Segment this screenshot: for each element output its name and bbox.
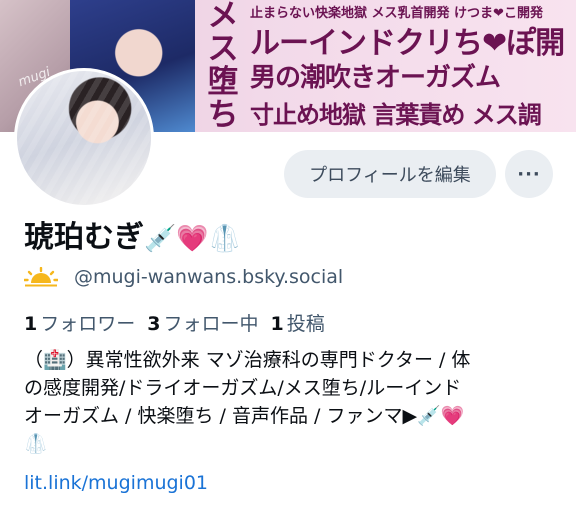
banner-vertical-text: メ ス 堕 ち [200,0,246,132]
followers-link[interactable]: 1 フォロワー [24,313,135,335]
sunrise-icon [24,267,58,287]
handle[interactable]: @mugi-wanwans.bsky.social [74,266,343,288]
profile-bio: （🏥）異常性欲外来 マゾ治療科の専門ドクター / 体 の感度開発/ドライオーガズ… [24,346,554,458]
banner-line-3: 寸止め地獄 言葉責め メス調 [250,101,542,129]
edit-profile-button[interactable]: プロフィールを編集 [284,150,496,198]
heart-emoji-icon: 💗 [176,224,209,254]
banner-line-2: 男の潮吹きオーガズム [250,63,501,93]
more-options-button[interactable]: ··· [505,150,553,198]
syringe-emoji-icon: 💉 [144,224,177,254]
avatar-overlay [17,71,151,205]
followers-count: 1 [24,313,38,335]
followers-label: フォロワー [40,313,136,335]
ellipsis-icon: ··· [517,163,541,185]
following-count: 3 [147,313,161,335]
profile-stats: 1 フォロワー 3 フォロー中 1 投稿 [24,309,325,336]
bio-line: オーガズム / 快楽堕ち / 音声作品 / ファンマ▶💉💗 [24,405,465,427]
bio-line: 🥼 [24,433,48,455]
following-label: フォロー中 [163,313,259,335]
banner-line-1: ルーインドクリち❤ぽ開 [250,26,565,61]
display-name: 琥珀むぎ💉💗🥼 [24,212,241,256]
bio-line: （🏥）異常性欲外来 マゾ治療科の専門ドクター / 体 [24,349,471,371]
banner-vtext-char: ス [207,31,239,67]
following-link[interactable]: 3 フォロー中 [147,313,258,335]
avatar[interactable] [14,68,154,208]
lab-coat-emoji-icon: 🥼 [208,224,242,254]
profile-link[interactable]: lit.link/mugimugi01 [24,472,208,494]
banner-vtext-char: ち [207,97,239,132]
bio-line: の感度開発/ドライオーガズム/メス堕ち/ルーインド [24,377,462,399]
display-name-text: 琥珀むぎ [24,220,144,255]
posts-label: 投稿 [286,313,325,335]
banner-vtext-char: 堕 [207,64,239,100]
banner-vtext-char: メ [207,0,239,34]
posts-stat: 1 投稿 [271,313,325,335]
handle-row: @mugi-wanwans.bsky.social [24,266,343,288]
posts-count: 1 [270,313,284,335]
